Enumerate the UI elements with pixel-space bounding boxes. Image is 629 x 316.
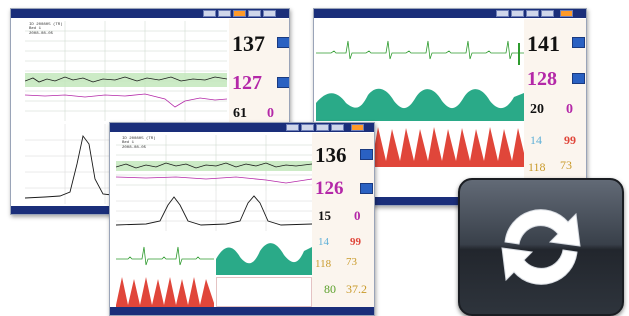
- toolbar-button[interactable]: [526, 10, 539, 17]
- monitor-toolbar: [314, 9, 586, 18]
- temp2-value: 37.2: [346, 282, 367, 296]
- parameter-grid: [216, 277, 312, 307]
- status-icon: [572, 73, 585, 84]
- bp-value: 118: [528, 160, 546, 174]
- vitals-panel: 136 126 15 0 14 99 118 73 80 37.2: [312, 133, 374, 307]
- toolbar-button[interactable]: [248, 10, 261, 17]
- toolbar-button[interactable]: [541, 10, 554, 17]
- hr-value: 141: [527, 31, 560, 56]
- spo2-value: 126: [315, 178, 344, 199]
- nibp-value: 20: [530, 102, 544, 117]
- hr-value: 136: [315, 143, 347, 167]
- alarm-button[interactable]: [560, 10, 573, 17]
- spo2-value: 127: [232, 72, 262, 94]
- alarm-button[interactable]: [351, 124, 364, 131]
- status-icon: [572, 37, 585, 48]
- refresh-icon: [501, 209, 581, 285]
- toolbar-button[interactable]: [203, 10, 216, 17]
- temp-value: 14: [318, 236, 329, 248]
- fetal-heart-rate-trend: [25, 21, 227, 121]
- status-icon: [360, 149, 373, 160]
- hr-value: 137: [232, 31, 265, 56]
- ecg-trace: [316, 40, 524, 65]
- monitor-toolbar: [11, 9, 289, 18]
- monitor-screen-front: ID 200805 (TR) Bed 1 2008-08-05 136 126 …: [109, 122, 375, 316]
- spo2-value: 128: [527, 68, 557, 90]
- resp-trace: [116, 277, 214, 309]
- pr-value: 80: [324, 282, 336, 296]
- pleth-trace: [216, 243, 312, 275]
- nibp-value: 15: [318, 208, 331, 223]
- fetal-heart-rate-trend: [116, 135, 312, 191]
- resp-value: 99: [350, 236, 361, 248]
- bp-value-secondary: 73: [560, 158, 572, 172]
- status-icon: [277, 37, 289, 48]
- bp-value-secondary: 73: [346, 256, 357, 268]
- refresh-button[interactable]: [458, 178, 624, 316]
- alarm-button[interactable]: [233, 10, 246, 17]
- toolbar-button[interactable]: [316, 124, 329, 131]
- temp-value: 14: [530, 133, 542, 147]
- toolbar-button[interactable]: [331, 124, 344, 131]
- vitals-panel: 141 128 20 0 14 99 118 73: [524, 19, 586, 197]
- toolbar-button[interactable]: [511, 10, 524, 17]
- status-icon: [360, 183, 373, 194]
- monitor-status-bar: [110, 307, 374, 315]
- bp-value: 118: [315, 258, 332, 270]
- extra-value: 0: [267, 106, 274, 121]
- nibp-value: 61: [233, 106, 247, 121]
- resp-value: 99: [564, 133, 576, 147]
- toolbar-button[interactable]: [286, 124, 299, 131]
- uterine-contraction-trace: [116, 191, 312, 231]
- monitor-toolbar: [110, 123, 374, 132]
- extra-value: 0: [354, 208, 361, 223]
- toolbar-button[interactable]: [263, 10, 276, 17]
- ecg-trace: [116, 246, 214, 266]
- toolbar-button[interactable]: [218, 10, 231, 17]
- extra-value: 0: [566, 102, 573, 117]
- toolbar-button[interactable]: [301, 124, 314, 131]
- status-icon: [277, 77, 289, 88]
- pleth-trace: [316, 88, 524, 121]
- toolbar-button[interactable]: [496, 10, 509, 17]
